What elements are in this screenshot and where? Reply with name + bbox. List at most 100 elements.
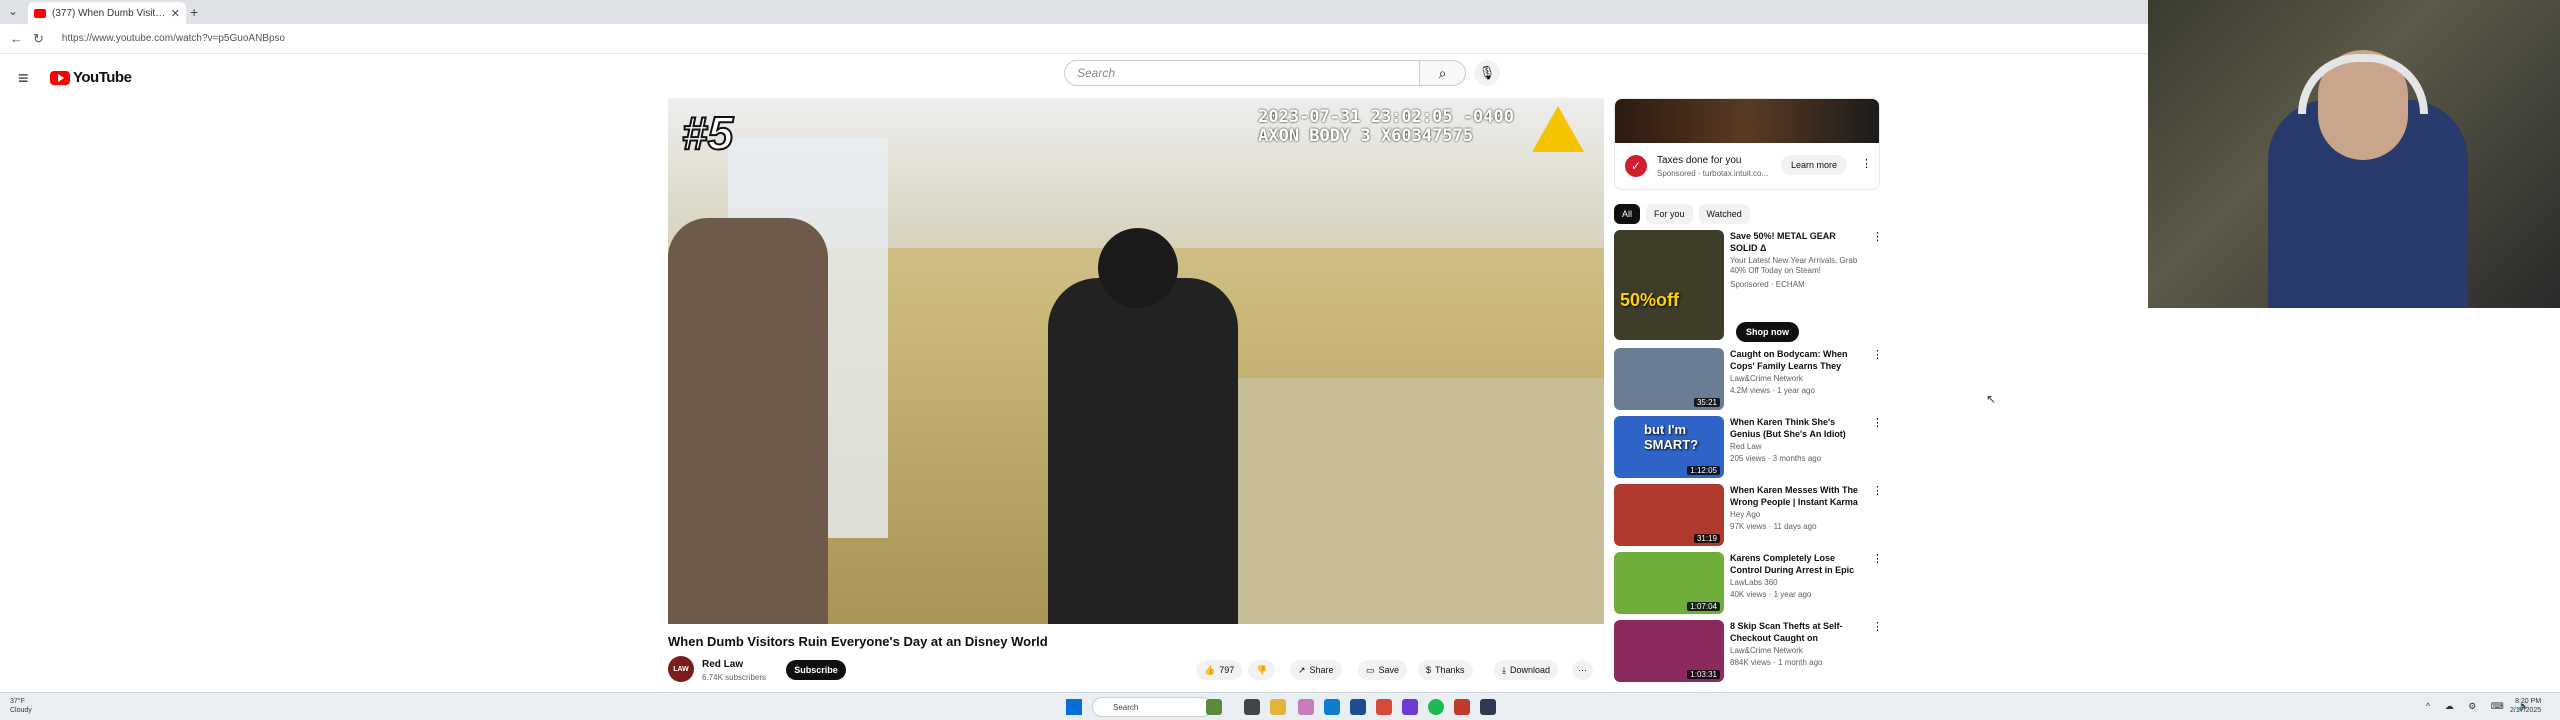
save-label: Save <box>1378 665 1400 675</box>
channel-avatar[interactable]: LAW <box>668 656 694 682</box>
tab-menu-icon[interactable]: ⌄ <box>8 4 18 18</box>
bodycam-timestamp-line2: AXON BODY 3 X60347575 <box>1258 126 1474 146</box>
more-vertical-icon[interactable]: ⋮ <box>1872 416 1883 429</box>
video-frame-person-left <box>668 218 828 624</box>
more-vertical-icon[interactable]: ⋮ <box>1872 552 1883 565</box>
more-vertical-icon[interactable]: ⋮ <box>1872 230 1883 243</box>
like-button[interactable]: 👍 797 <box>1196 660 1243 680</box>
taskbar-app-icon[interactable] <box>1454 699 1470 715</box>
video-thumbnail[interactable]: 35:21 <box>1614 348 1724 410</box>
chrome-icon[interactable] <box>1376 699 1392 715</box>
chip-all[interactable]: All <box>1614 204 1641 224</box>
browser-tab-active[interactable]: (377) When Dumb Visitors Ru ✕ <box>28 2 186 24</box>
video-title[interactable]: Save 50%! METAL GEAR SOLID Δ <box>1730 230 1860 254</box>
video-title[interactable]: When Karen Think She's Genius (But She's… <box>1730 416 1860 440</box>
ad-checkmark-icon: ✓ <box>1625 155 1647 177</box>
video-title: When Dumb Visitors Ruin Everyone's Day a… <box>668 634 1048 649</box>
url-field[interactable]: https://www.youtube.com/watch?v=p5GuoANB… <box>62 33 285 44</box>
folder-icon[interactable] <box>1270 699 1286 715</box>
steam-icon[interactable] <box>1480 699 1496 715</box>
thanks-icon: $ <box>1426 665 1432 675</box>
youtube-header: ≡ YouTube Search ⌕ 🎙 <box>0 56 2148 102</box>
thanks-label: Thanks <box>1435 665 1465 675</box>
video-meta: 884K views · 1 month ago <box>1730 658 1823 667</box>
refresh-icon[interactable]: ↻ <box>33 31 44 47</box>
more-horizontal-icon: ⋯ <box>1578 664 1587 675</box>
mouse-cursor-icon: ↖ <box>1986 392 1997 406</box>
share-label: Share <box>1309 665 1334 675</box>
spotify-icon[interactable] <box>1428 699 1444 715</box>
list-item[interactable]: but I'm SMART? 1:12:05 When Karen Think … <box>1614 416 1884 480</box>
channel-name[interactable]: Red Law <box>702 659 743 670</box>
more-vertical-icon[interactable]: ⋮ <box>1872 620 1883 633</box>
download-label: Download <box>1509 665 1551 675</box>
tab-title: (377) When Dumb Visitors Ru <box>52 7 167 19</box>
more-vertical-icon[interactable]: ⋮ <box>1872 348 1883 361</box>
video-title[interactable]: Caught on Bodycam: When Cops' Family Lea… <box>1730 348 1860 372</box>
taskbar-app-icon[interactable] <box>1298 699 1314 715</box>
video-thumbnail[interactable]: 50%off <box>1614 230 1724 340</box>
search-button[interactable]: ⌕ <box>1420 60 1466 86</box>
ad-learn-more-button[interactable]: Learn more <box>1781 155 1848 175</box>
taskbar-app-icon[interactable] <box>1350 699 1366 715</box>
back-icon[interactable]: ← <box>10 31 23 46</box>
list-item[interactable]: 35:21 Caught on Bodycam: When Cops' Fami… <box>1614 348 1884 412</box>
search-input[interactable]: Search <box>1064 60 1420 86</box>
axon-logo-icon <box>1532 106 1584 152</box>
menu-icon[interactable]: ≡ <box>18 68 29 89</box>
video-channel[interactable]: LawLabs 360 <box>1730 578 1778 587</box>
share-button[interactable]: ↗ Share <box>1290 660 1342 680</box>
clock-time: 8:20 PM <box>2515 698 2542 705</box>
video-title[interactable]: When Karen Messes With The Wrong People … <box>1730 484 1860 508</box>
edge-browser-icon[interactable] <box>1324 699 1340 715</box>
sidebar-ad[interactable]: ✓ Taxes done for you Sponsored · turbota… <box>1614 98 1880 190</box>
video-frame-counter <box>1218 378 1604 624</box>
thanks-button[interactable]: $ Thanks <box>1418 660 1473 680</box>
video-meta: 4.2M views · 1 year ago <box>1730 386 1815 395</box>
taskbar-search[interactable]: Search <box>1092 697 1212 717</box>
taskbar-app-icon[interactable] <box>1244 699 1260 715</box>
bodycam-timestamp-line1: 2023-07-31 23:02:05 -0400 <box>1258 107 1514 127</box>
video-player[interactable]: #5 2023-07-31 23:02:05 -0400 AXON BODY 3… <box>668 98 1604 624</box>
subscribe-button[interactable]: Subscribe <box>786 660 846 680</box>
shop-now-button[interactable]: Shop now <box>1736 322 1799 342</box>
video-title[interactable]: Karens Completely Lose Control During Ar… <box>1730 552 1860 576</box>
taskbar-clock[interactable]: 8:20 PM 2/17/2025 <box>2510 697 2541 715</box>
download-button[interactable]: ⤓ Download <box>1494 660 1559 680</box>
chip-watched[interactable]: Watched <box>1698 204 1750 224</box>
more-vertical-icon[interactable]: ⋮ <box>1872 484 1883 497</box>
youtube-logo[interactable]: YouTube <box>50 69 132 86</box>
close-tab-icon[interactable]: ✕ <box>171 7 180 20</box>
video-thumbnail[interactable]: 1:07:04 <box>1614 552 1724 614</box>
video-thumbnail[interactable]: 1:03:31 <box>1614 620 1724 682</box>
taskbar-app-icon[interactable] <box>1402 699 1418 715</box>
new-tab-button[interactable]: + <box>190 4 198 20</box>
list-item[interactable]: 31:19 When Karen Messes With The Wrong P… <box>1614 484 1884 548</box>
list-item[interactable]: 50%off Save 50%! METAL GEAR SOLID Δ Your… <box>1614 230 1884 340</box>
video-title[interactable]: 8 Skip Scan Thefts at Self-Checkout Caug… <box>1730 620 1860 644</box>
chip-for-you[interactable]: For you <box>1646 204 1693 224</box>
video-channel[interactable]: Red Law <box>1730 442 1762 451</box>
video-thumbnail[interactable]: 31:19 <box>1614 484 1724 546</box>
taskbar-app-icon[interactable] <box>1206 699 1222 715</box>
video-meta: 205 views · 3 months ago <box>1730 454 1822 463</box>
video-channel[interactable]: Law&Crime Network <box>1730 374 1803 383</box>
list-item[interactable]: 1:03:31 8 Skip Scan Thefts at Self-Check… <box>1614 620 1884 684</box>
youtube-play-icon <box>50 70 70 85</box>
dislike-button[interactable]: 👎 <box>1248 660 1276 680</box>
voice-search-button[interactable]: 🎙 <box>1474 60 1500 86</box>
video-channel[interactable]: Hey Ago <box>1730 510 1760 519</box>
more-actions-button[interactable]: ⋯ <box>1572 660 1593 680</box>
ad-more-icon[interactable]: ⋮ <box>1861 157 1872 170</box>
ad-sponsor: Sponsored · turbotax.intuit.co... <box>1657 169 1769 178</box>
save-button[interactable]: ▭ Save <box>1358 660 1408 680</box>
list-item[interactable]: 1:07:04 Karens Completely Lose Control D… <box>1614 552 1884 616</box>
bodycam-timestamp: 2023-07-31 23:02:05 -0400 AXON BODY 3 X6… <box>1258 108 1514 146</box>
video-frame-person-head <box>1098 228 1178 308</box>
weather-widget[interactable]: 37°F Cloudy <box>10 697 32 715</box>
windows-start-icon[interactable] <box>1066 699 1082 715</box>
video-duration: 1:12:05 <box>1687 466 1720 475</box>
video-thumbnail[interactable]: but I'm SMART? 1:12:05 <box>1614 416 1724 478</box>
video-channel[interactable]: Law&Crime Network <box>1730 646 1803 655</box>
share-icon: ↗ <box>1298 664 1306 675</box>
